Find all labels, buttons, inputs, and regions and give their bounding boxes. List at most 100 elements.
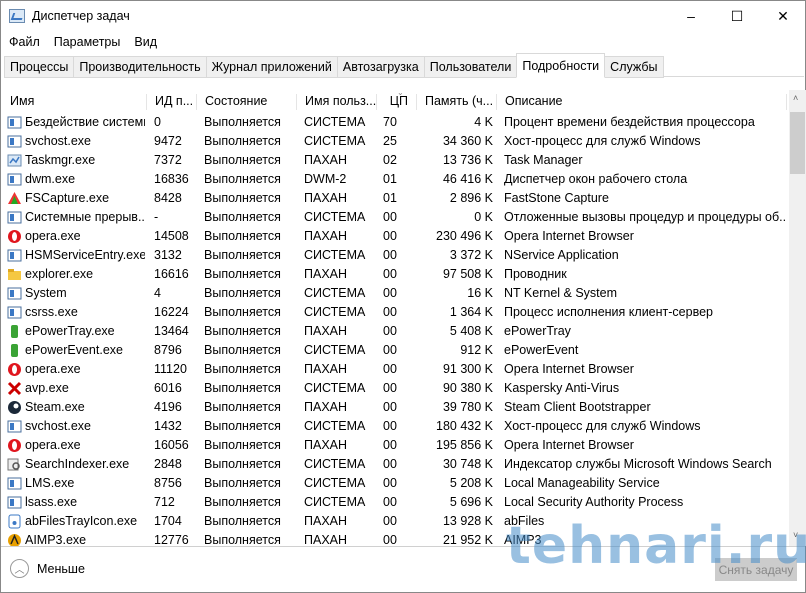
cell-status: Выполняется xyxy=(204,191,281,205)
cell-memory: 13 736 K xyxy=(442,153,493,167)
tab-1[interactable]: Производительность xyxy=(73,56,206,78)
aimp-app-icon xyxy=(7,533,22,546)
cell-description: Opera Internet Browser xyxy=(504,362,634,376)
cell-memory: 195 856 K xyxy=(436,438,493,452)
cell-name: LMS.exe xyxy=(25,476,75,490)
table-row[interactable]: ePowerTray.exe 13464 Выполняется ПАХАН 00 5 4… xyxy=(2,322,789,341)
cell-cpu: 00 xyxy=(383,438,397,452)
table-row[interactable]: svchost.exe 9472 Выполняется СИСТЕМА 25 34 36… xyxy=(2,132,789,151)
tab-4[interactable]: Пользователи xyxy=(423,56,517,78)
table-row[interactable]: csrss.exe 16224 Выполняется СИСТЕМА 00 1 364 … xyxy=(2,303,789,322)
cell-pid: 6016 xyxy=(154,381,182,395)
tab-3[interactable]: Автозагрузка xyxy=(336,56,424,78)
tab-5[interactable]: Подробности xyxy=(516,53,606,78)
cell-description: Opera Internet Browser xyxy=(504,438,634,452)
column-header-memory[interactable]: Память (ч... xyxy=(417,94,497,110)
tab-6[interactable]: Службы xyxy=(605,56,664,78)
table-row[interactable]: svchost.exe 1432 Выполняется СИСТЕМА 00 180 4… xyxy=(2,417,789,436)
ab-app-icon xyxy=(7,514,22,529)
cell-cpu: 25 xyxy=(383,134,397,148)
tab-bar: Процессы Производительность Журнал приложе… xyxy=(4,53,804,78)
menu-options[interactable]: Параметры xyxy=(54,35,121,49)
menu-bar: Файл Параметры Вид xyxy=(1,31,171,53)
close-button[interactable]: ✕ xyxy=(760,1,806,31)
column-header-cpu[interactable]: ЦП xyxy=(377,94,417,110)
tab-0[interactable]: Процессы xyxy=(4,56,74,78)
fewer-details-button[interactable]: ︿ Меньше xyxy=(10,559,85,578)
cell-pid: 9472 xyxy=(154,134,182,148)
cell-status: Выполняется xyxy=(204,153,281,167)
cell-description: Отложенные вызовы процедур и процедуры о… xyxy=(504,210,786,224)
cell-status: Выполняется xyxy=(204,324,281,338)
cell-pid: 11120 xyxy=(154,362,187,376)
cell-user: СИСТЕМА xyxy=(304,343,366,357)
table-row[interactable]: lsass.exe 712 Выполняется СИСТЕМА 00 5 696 K L… xyxy=(2,493,789,512)
cell-description: Хост-процесс для служб Windows xyxy=(504,419,701,433)
table-row[interactable]: opera.exe 14508 Выполняется ПАХАН 00 230 496 … xyxy=(2,227,789,246)
search-app-icon xyxy=(7,457,22,472)
table-row[interactable]: HSMServiceEntry.exe 3132 Выполняется СИСТЕМ… xyxy=(2,246,789,265)
table-row[interactable]: avp.exe 6016 Выполняется СИСТЕМА 00 90 380 K K… xyxy=(2,379,789,398)
column-header-description[interactable]: Описание xyxy=(497,94,787,110)
scroll-up-icon[interactable]: ˄ xyxy=(793,93,798,103)
cell-name: ePowerEvent.exe xyxy=(25,343,123,357)
cell-cpu: 00 xyxy=(383,210,397,224)
cell-name: Бездействие системы xyxy=(25,115,145,129)
menu-view[interactable]: Вид xyxy=(134,35,157,49)
table-row[interactable]: Steam.exe 4196 Выполняется ПАХАН 00 39 780 K S… xyxy=(2,398,789,417)
cell-pid: 3132 xyxy=(154,248,182,262)
cell-memory: 0 K xyxy=(474,210,493,224)
cell-description: NService Application xyxy=(504,248,619,262)
cell-pid: 712 xyxy=(154,495,175,509)
cell-name: HSMServiceEntry.exe xyxy=(25,248,145,262)
cell-cpu: 00 xyxy=(383,419,397,433)
cell-memory: 230 496 K xyxy=(436,229,493,243)
cell-status: Выполняется xyxy=(204,362,281,376)
win-app-icon xyxy=(7,172,22,187)
table-row[interactable]: LMS.exe 8756 Выполняется СИСТЕМА 00 5 208 K Lo… xyxy=(2,474,789,493)
column-header-pid[interactable]: ИД п... xyxy=(147,94,197,110)
table-row[interactable]: Бездействие системы 0 Выполняется СИСТЕМА 70… xyxy=(2,113,789,132)
table-row[interactable]: dwm.exe 16836 Выполняется DWM-2 01 46 416 K Ди… xyxy=(2,170,789,189)
table-row[interactable]: opera.exe 16056 Выполняется ПАХАН 00 195 856 … xyxy=(2,436,789,455)
minimize-button[interactable]: – xyxy=(668,1,714,31)
task-manager-icon xyxy=(9,9,25,23)
cell-status: Выполняется xyxy=(204,248,281,262)
cell-description: NT Kernel & System xyxy=(504,286,618,300)
cell-cpu: 02 xyxy=(383,153,397,167)
cell-pid: 8756 xyxy=(154,476,182,490)
column-header-user[interactable]: Имя польз... xyxy=(297,94,377,110)
cell-name: csrss.exe xyxy=(25,305,78,319)
cell-user: DWM-2 xyxy=(304,172,347,186)
table-row[interactable]: explorer.exe 16616 Выполняется ПАХАН 00 97 50… xyxy=(2,265,789,284)
win-app-icon xyxy=(7,476,22,491)
tab-2[interactable]: Журнал приложений xyxy=(205,56,337,78)
maximize-button[interactable]: ☐ xyxy=(714,1,760,31)
scrollbar-thumb[interactable] xyxy=(790,112,805,174)
table-row[interactable]: Taskmgr.exe 7372 Выполняется ПАХАН 02 13 736 … xyxy=(2,151,789,170)
table-row[interactable]: opera.exe 11120 Выполняется ПАХАН 00 91 300 K… xyxy=(2,360,789,379)
table-row[interactable]: SearchIndexer.exe 2848 Выполняется СИСТЕМА 0… xyxy=(2,455,789,474)
cell-memory: 1 364 K xyxy=(449,305,493,319)
cell-status: Выполняется xyxy=(204,514,281,528)
cell-name: AIMP3.exe xyxy=(25,533,87,546)
cell-user: СИСТЕМА xyxy=(304,476,366,490)
cell-cpu: 00 xyxy=(383,400,397,414)
cell-status: Выполняется xyxy=(204,438,281,452)
cell-user: СИСТЕМА xyxy=(304,495,366,509)
cell-user: СИСТЕМА xyxy=(304,305,366,319)
cell-status: Выполняется xyxy=(204,210,281,224)
table-row[interactable]: Системные прерыв... - Выполняется СИСТЕМА 00… xyxy=(2,208,789,227)
cell-status: Выполняется xyxy=(204,305,281,319)
table-row[interactable]: System 4 Выполняется СИСТЕМА 00 16 K NT Kernel… xyxy=(2,284,789,303)
vertical-scrollbar[interactable]: ˄ ˅ xyxy=(789,90,806,546)
cell-user: ПАХАН xyxy=(304,267,348,281)
table-row[interactable]: FSCapture.exe 8428 Выполняется ПАХАН 01 2 896… xyxy=(2,189,789,208)
cell-name: svchost.exe xyxy=(25,419,92,433)
column-header-status[interactable]: Состояние xyxy=(197,94,297,110)
cell-cpu: 00 xyxy=(383,457,397,471)
column-header-name[interactable]: Имя xyxy=(2,94,147,110)
table-row[interactable]: ePowerEvent.exe 8796 Выполняется СИСТЕМА 00 9… xyxy=(2,341,789,360)
cell-description: Проводник xyxy=(504,267,567,281)
menu-file[interactable]: Файл xyxy=(9,35,40,49)
